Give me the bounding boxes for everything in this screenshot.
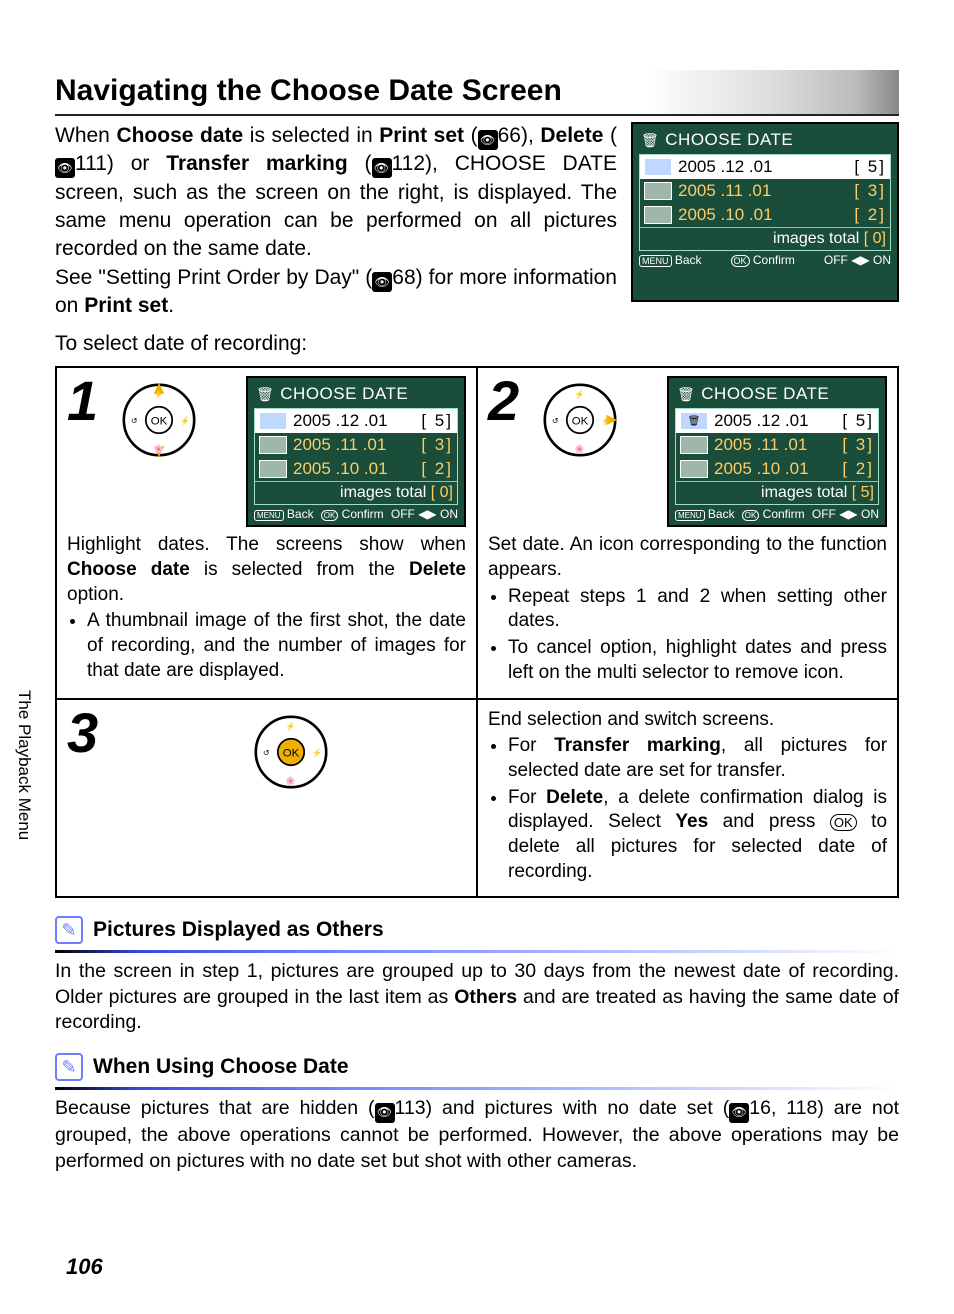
svg-text:🌸: 🌸: [285, 775, 295, 785]
svg-text:⚡: ⚡: [285, 721, 295, 731]
svg-text:⚡: ⚡: [180, 416, 190, 426]
svg-text:⚡: ⚡: [154, 390, 164, 400]
svg-text:↺: ↺: [262, 748, 269, 757]
svg-text:OK: OK: [572, 416, 589, 428]
lcd-choose-date-main: 🗑 CHOOSE DATE 2005 .12 .01 [ 5] 2005 .11…: [631, 122, 899, 302]
svg-text:🌸: 🌸: [154, 444, 164, 454]
note-title: When Using Choose Date: [93, 1055, 349, 1079]
lcd-title: CHOOSE DATE: [665, 130, 793, 150]
step-number: 2: [488, 376, 528, 426]
svg-text:⚡: ⚡: [312, 747, 322, 757]
note-divider: [55, 1087, 899, 1090]
svg-text:🌸: 🌸: [575, 444, 585, 454]
svg-text:⚡: ⚡: [601, 416, 611, 426]
note-body: In the screen in step 1, pictures are gr…: [55, 959, 899, 1035]
note-body: Because pictures that are hidden (👁113) …: [55, 1096, 899, 1173]
trash-icon: 🗑: [641, 132, 659, 149]
note-icon: ✎: [55, 916, 83, 944]
lcd-confirm: OK Confirm: [731, 253, 795, 267]
lcd-off-on: OFF ◀▶ ON: [824, 253, 891, 267]
multi-selector-icon: OK ↺ ⚡ ⚡ 🌸: [536, 376, 624, 464]
svg-text:⚡: ⚡: [575, 390, 585, 400]
svg-text:↺: ↺: [131, 417, 138, 426]
step-3-cell-left: 3 OK ↺ ⚡ ⚡ 🌸: [56, 699, 477, 898]
lcd-date-row: 2005 .10 .01 [ 2]: [640, 203, 890, 227]
step-2-cell: 2 OK ↺ ⚡ ⚡ 🌸 🗑: [477, 367, 898, 698]
page-ref-icon: 👁: [372, 158, 392, 178]
multi-selector-icon: OK ↺ ⚡ ⚡ 🌸: [247, 708, 335, 796]
svg-text:OK: OK: [282, 747, 299, 759]
step-1-cell: 1 OK ↺ ⚡ ⚡ 🌸: [56, 367, 477, 698]
lcd-date-row: 2005 .11 .01 [ 3]: [640, 179, 890, 203]
thumbnail-icon: [644, 182, 672, 200]
thumbnail-icon: [644, 206, 672, 224]
note-icon: ✎: [55, 1053, 83, 1081]
page-ref-icon: 👁: [375, 1103, 395, 1123]
page-ref-icon: 👁: [729, 1103, 749, 1123]
page-number: 106: [66, 1254, 103, 1280]
select-date-label: To select date of recording:: [55, 332, 899, 356]
page-ref-icon: 👁: [478, 130, 498, 150]
svg-text:↺: ↺: [552, 417, 559, 426]
thumbnail-icon: [644, 158, 672, 176]
multi-selector-icon: OK ↺ ⚡ ⚡ 🌸: [115, 376, 203, 464]
lcd-step2: 🗑 CHOOSE DATE 🗑2005 .12 .01[ 5] 2005 .11…: [667, 376, 887, 527]
lcd-step1: 🗑 CHOOSE DATE 2005 .12 .01[ 5] 2005 .11 …: [246, 376, 466, 527]
page-ref-icon: 👁: [55, 158, 75, 178]
svg-text:OK: OK: [151, 416, 168, 428]
lcd-back: MENU Back: [639, 253, 702, 267]
ok-button-icon: OK: [830, 814, 857, 831]
sidebar-label: The Playback Menu: [14, 690, 34, 840]
intro-text: When Choose date is selected in Print se…: [55, 122, 617, 320]
section-title: Navigating the Choose Date Screen: [55, 70, 899, 116]
step-number: 1: [67, 376, 107, 426]
note-divider: [55, 950, 899, 953]
note-title: Pictures Displayed as Others: [93, 918, 384, 942]
trash-icon: 🗑: [256, 386, 274, 403]
lcd-date-row: 2005 .12 .01 [ 5]: [640, 155, 890, 179]
step-3-cell-right: End selection and switch screens. For Tr…: [477, 699, 898, 898]
page-ref-icon: 👁: [372, 272, 392, 292]
trash-icon: 🗑: [677, 386, 695, 403]
thumbnail-trash-icon: 🗑: [680, 412, 708, 430]
step-number: 3: [67, 708, 107, 758]
